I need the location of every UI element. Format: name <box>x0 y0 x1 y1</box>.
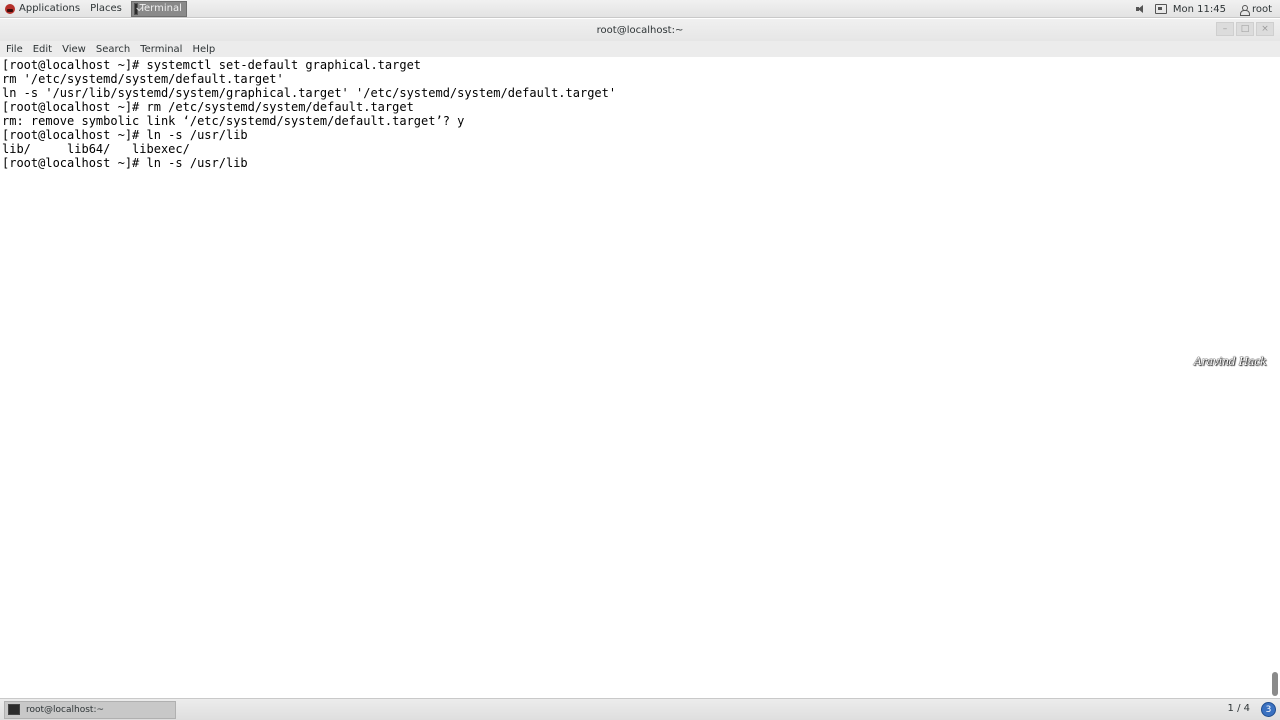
user-icon[interactable] <box>1239 4 1250 16</box>
terminal-line: ln -s '/usr/lib/systemd/system/graphical… <box>2 86 617 100</box>
menu-file[interactable]: File <box>2 44 27 55</box>
terminal-line: [root@localhost ~]# systemctl set-defaul… <box>2 58 422 72</box>
window-controls: – □ × <box>1216 22 1274 36</box>
bottom-panel: root@localhost:~ 1 / 4 3 <box>0 698 1280 720</box>
menu-edit[interactable]: Edit <box>29 44 56 55</box>
top-panel: Applications Places Terminal Mon 11:45 r… <box>0 0 1280 18</box>
terminal-line: rm '/etc/systemd/system/default.target' <box>2 72 284 86</box>
user-menu[interactable]: root <box>1252 4 1272 15</box>
red-hat-icon <box>5 3 15 14</box>
notification-icon[interactable]: 3 <box>1261 702 1276 717</box>
panel-terminal-task[interactable]: Terminal <box>130 0 187 17</box>
terminal-icon <box>8 704 20 715</box>
volume-icon[interactable] <box>1135 4 1149 14</box>
applications-menu[interactable]: Applications <box>0 0 85 18</box>
terminal-icon <box>133 2 138 15</box>
menu-view[interactable]: View <box>58 44 90 55</box>
terminal-scrollbar[interactable] <box>1270 57 1280 698</box>
terminal-cursor <box>248 156 255 169</box>
terminal-prompt-text: [root@localhost ~]# ln -s /usr/lib <box>2 156 248 170</box>
workspace-indicator[interactable]: 1 / 4 <box>1228 703 1250 714</box>
network-icon[interactable] <box>1154 4 1167 14</box>
terminal-output[interactable]: [root@localhost ~]# systemctl set-defaul… <box>0 57 1270 698</box>
maximize-button[interactable]: □ <box>1236 22 1254 36</box>
window-titlebar[interactable]: root@localhost:~ – □ × <box>0 19 1280 41</box>
terminal-line: lib/ lib64/ libexec/ <box>2 142 190 156</box>
menu-bar: File Edit View Search Terminal Help <box>0 41 1280 57</box>
terminal-line: [root@localhost ~]# rm /etc/systemd/syst… <box>2 100 414 114</box>
window-title: root@localhost:~ <box>596 24 684 36</box>
menu-search[interactable]: Search <box>92 44 134 55</box>
minimize-button[interactable]: – <box>1216 22 1234 36</box>
taskbar-terminal-button[interactable]: root@localhost:~ <box>4 700 176 719</box>
terminal-line: [root@localhost ~]# ln -s /usr/lib <box>2 128 248 142</box>
panel-task-label: Terminal <box>139 3 182 14</box>
applications-label: Applications <box>19 3 81 14</box>
scrollbar-thumb[interactable] <box>1272 672 1278 696</box>
terminal-line: rm: remove symbolic link ‘/etc/systemd/s… <box>2 114 465 128</box>
places-label: Places <box>90 3 122 14</box>
watermark: Aravind Hack <box>1194 355 1267 368</box>
taskbar-label: root@localhost:~ <box>26 704 105 715</box>
menu-help[interactable]: Help <box>188 44 219 55</box>
status-area: Mon 11:45 root <box>1135 0 1280 18</box>
close-button[interactable]: × <box>1256 22 1274 36</box>
places-menu[interactable]: Places <box>85 0 127 18</box>
clock[interactable]: Mon 11:45 <box>1173 4 1226 15</box>
menu-terminal[interactable]: Terminal <box>136 44 186 55</box>
terminal-prompt-line[interactable]: [root@localhost ~]# ln -s /usr/lib <box>0 156 1270 170</box>
